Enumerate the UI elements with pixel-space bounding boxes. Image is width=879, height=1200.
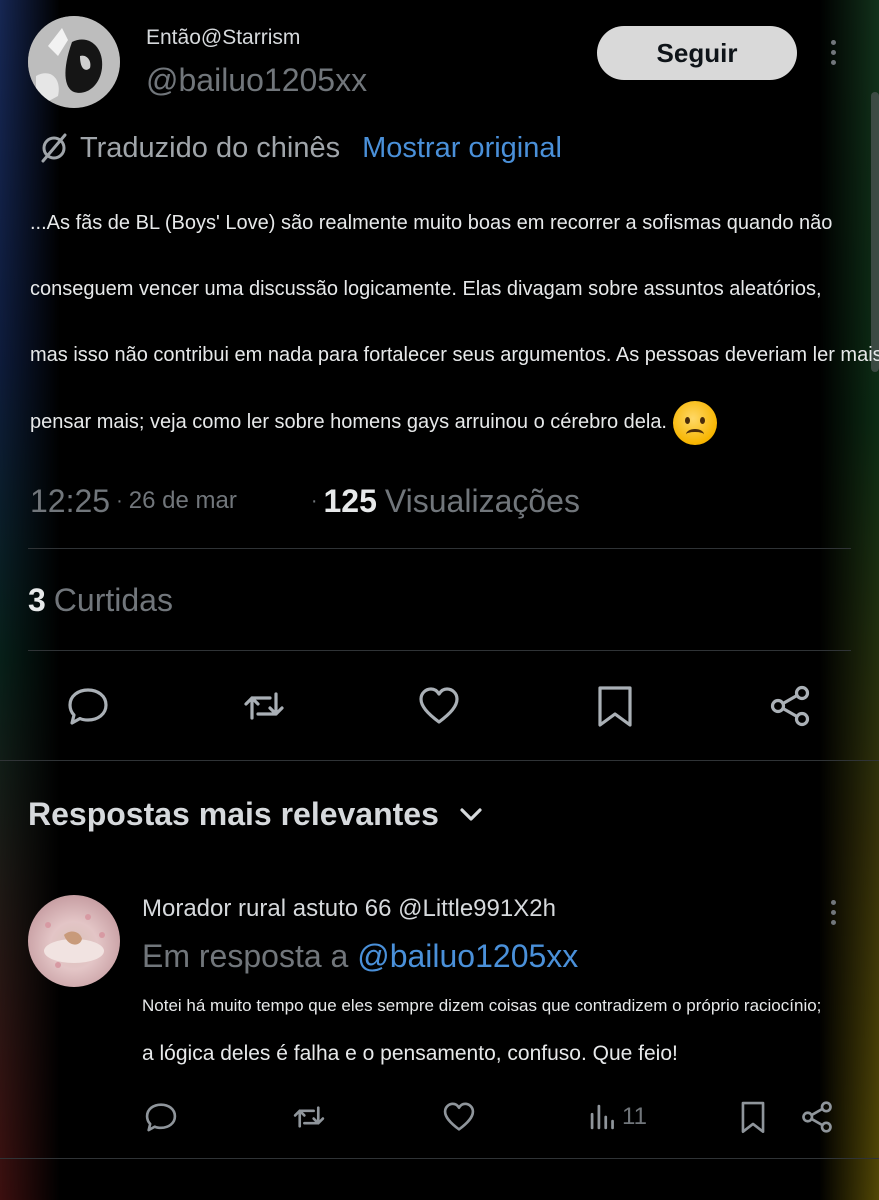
- scrollbar[interactable]: [871, 92, 879, 372]
- reply-icon: [68, 688, 108, 725]
- reply-body-line: Notei há muito tempo que eles sempre diz…: [142, 996, 822, 1015]
- author-display-name[interactable]: Então@Starrism: [146, 26, 300, 50]
- reply-reply-button[interactable]: [144, 1099, 178, 1135]
- reply-views-count: 11: [622, 1103, 647, 1130]
- likes-summary[interactable]: 3 Curtidas: [28, 582, 173, 619]
- reply-like-button[interactable]: [442, 1099, 476, 1135]
- retweet-icon: [293, 1106, 325, 1128]
- translate-icon: [41, 133, 67, 163]
- tweet-date: 26 de mar: [128, 487, 237, 514]
- divider: [0, 760, 879, 761]
- meta-separator: ·: [116, 489, 123, 512]
- tweet-body-line: ...As fãs de BL (Boys' Love) são realmen…: [30, 212, 833, 234]
- reply-retweet-button[interactable]: [292, 1099, 326, 1135]
- in-reply-handle[interactable]: @bailuo1205xx: [357, 938, 578, 974]
- follow-button[interactable]: Seguir: [597, 26, 797, 80]
- reply-icon: [145, 1103, 177, 1132]
- share-icon: [802, 1101, 832, 1133]
- reply-more-options-icon[interactable]: [823, 892, 843, 932]
- translated-label: Traduzido do chinês: [80, 131, 341, 164]
- divider: [28, 650, 851, 651]
- author-avatar[interactable]: [28, 16, 120, 108]
- views-count: 125: [323, 482, 377, 519]
- reply-views-button[interactable]: 11: [588, 1099, 647, 1135]
- analytics-icon: [590, 1104, 614, 1130]
- reply-share-button[interactable]: [800, 1099, 834, 1135]
- tweet-body-line: pensar mais; veja como ler sobre homens …: [30, 411, 667, 433]
- retweet-button[interactable]: [242, 684, 286, 728]
- tweet-body-last-line: pensar mais; veja como ler sobre homens …: [30, 400, 717, 445]
- like-icon: [443, 1102, 475, 1131]
- retweet-icon: [244, 692, 284, 720]
- replies-header-label: Respostas mais relevantes: [28, 796, 439, 832]
- bookmark-button[interactable]: [593, 684, 637, 728]
- like-icon: [419, 687, 459, 724]
- sad-tear-face-icon: [673, 400, 717, 445]
- more-options-icon[interactable]: [823, 32, 843, 72]
- meta-separator: ·: [310, 489, 318, 512]
- translation-row: Traduzido do chinês Mostrar original: [38, 128, 562, 168]
- reply-button[interactable]: [66, 684, 110, 728]
- chevron-down-icon: [460, 807, 482, 821]
- tweet-time: 12:25: [30, 482, 111, 519]
- replies-sort-dropdown[interactable]: Respostas mais relevantes: [28, 796, 485, 833]
- tweet-meta: 12:25 · 26 de mar · 125 Visualizações: [30, 478, 580, 524]
- divider: [0, 1158, 879, 1159]
- reply-author[interactable]: Morador rural astuto 66 @Little991X2h: [142, 895, 556, 923]
- views-label: Visualizações: [384, 482, 580, 519]
- in-reply-to: Em resposta a @bailuo1205xx: [142, 938, 578, 975]
- divider: [28, 548, 851, 549]
- tweet-body-line: conseguem vencer uma discussão logicamen…: [30, 278, 822, 300]
- share-icon: [770, 685, 810, 727]
- bookmark-icon: [741, 1101, 765, 1133]
- likes-count: 3: [28, 582, 46, 618]
- share-button[interactable]: [768, 684, 812, 728]
- tweet-body-line: mas isso não contribui em nada para fort…: [30, 344, 879, 366]
- reply-bookmark-button[interactable]: [736, 1099, 770, 1135]
- reply-author-avatar[interactable]: [28, 895, 120, 987]
- bookmark-icon: [598, 686, 632, 727]
- like-button[interactable]: [417, 684, 461, 728]
- reply-body-line: a lógica deles é falha e o pensamento, c…: [142, 1042, 678, 1065]
- right-edge-glow: [819, 0, 879, 1200]
- likes-label: Curtidas: [53, 582, 173, 618]
- show-original-link[interactable]: Mostrar original: [362, 132, 562, 165]
- author-handle[interactable]: @bailuo1205xx: [146, 62, 367, 99]
- in-reply-prefix: Em resposta a: [142, 938, 349, 974]
